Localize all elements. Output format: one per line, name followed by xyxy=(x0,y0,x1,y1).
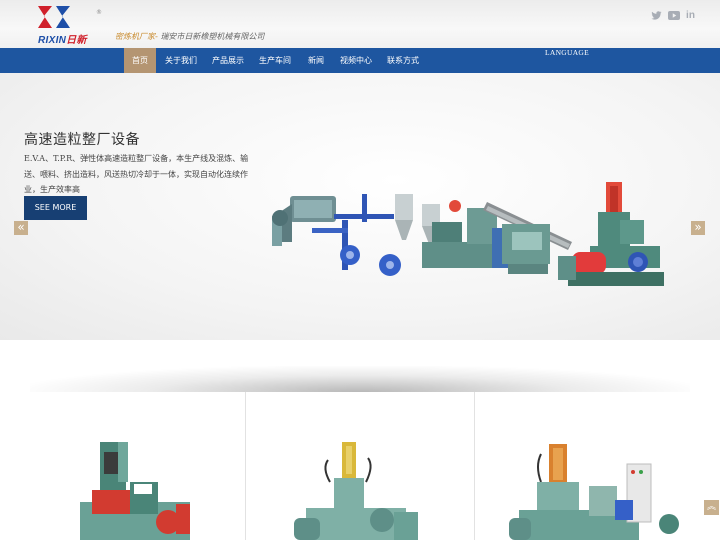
nav-item-about[interactable]: 关于我们 xyxy=(160,48,202,73)
product-card[interactable] xyxy=(475,392,720,540)
nav-item-home[interactable]: 首页 xyxy=(124,48,156,73)
nav-item-news[interactable]: 新闻 xyxy=(302,48,330,73)
header-tagline: 密炼机厂家- 瑞安市日新橡塑机械有限公司 xyxy=(115,31,264,42)
back-to-top-button[interactable]: ︽ xyxy=(704,500,719,515)
hero-banner: 高速造粒整厂设备 E.V.A、T.P.R、弹性体高速造粒整厂设备，本生产线及混炼… xyxy=(0,73,720,340)
separator-shadow xyxy=(30,366,690,392)
product-kneader-image xyxy=(80,442,190,540)
youtube-icon[interactable] xyxy=(668,10,680,21)
tagline-company: 瑞安市日新橡塑机械有限公司 xyxy=(160,32,265,41)
registered-mark: ® xyxy=(96,9,102,16)
main-nav: 首页 关于我们 产品展示 生产车间 新闻 视频中心 联系方式 LANGUAGE xyxy=(0,48,720,73)
language-selector[interactable]: LANGUAGE xyxy=(538,48,596,73)
hero-title: 高速造粒整厂设备 xyxy=(24,132,140,148)
product-kneader-image xyxy=(294,442,418,540)
nav-item-workshop[interactable]: 生产车间 xyxy=(254,48,296,73)
next-slide-button[interactable]: » xyxy=(691,221,705,235)
logo-text: RIXIN日新 xyxy=(38,35,87,46)
nav-item-video[interactable]: 视频中心 xyxy=(335,48,377,73)
granulation-line-image xyxy=(272,182,664,286)
linkedin-icon[interactable]: in xyxy=(685,10,696,21)
social-links: in xyxy=(651,10,696,21)
product-card[interactable] xyxy=(0,392,245,540)
product-showcase xyxy=(0,392,720,540)
brand-logo[interactable]: RIXIN日新 ® xyxy=(20,4,102,46)
site-header: RIXIN日新 ® 密炼机厂家- 瑞安市日新橡塑机械有限公司 in xyxy=(0,0,720,48)
nav-item-products[interactable]: 产品展示 xyxy=(207,48,249,73)
hero-description: E.V.A、T.P.R、弹性体高速造粒整厂设备，本生产线及混炼、输送、喂料、挤出… xyxy=(24,154,249,194)
tagline-accent: 密炼机厂家- xyxy=(115,32,158,41)
logo-mark-icon xyxy=(38,6,70,28)
twitter-icon[interactable] xyxy=(651,10,662,21)
product-kneader-image xyxy=(509,444,679,540)
see-more-button[interactable]: SEE MORE xyxy=(24,196,87,220)
prev-slide-button[interactable]: « xyxy=(14,221,28,235)
product-card[interactable] xyxy=(246,392,474,540)
nav-item-contact[interactable]: 联系方式 xyxy=(382,48,424,73)
